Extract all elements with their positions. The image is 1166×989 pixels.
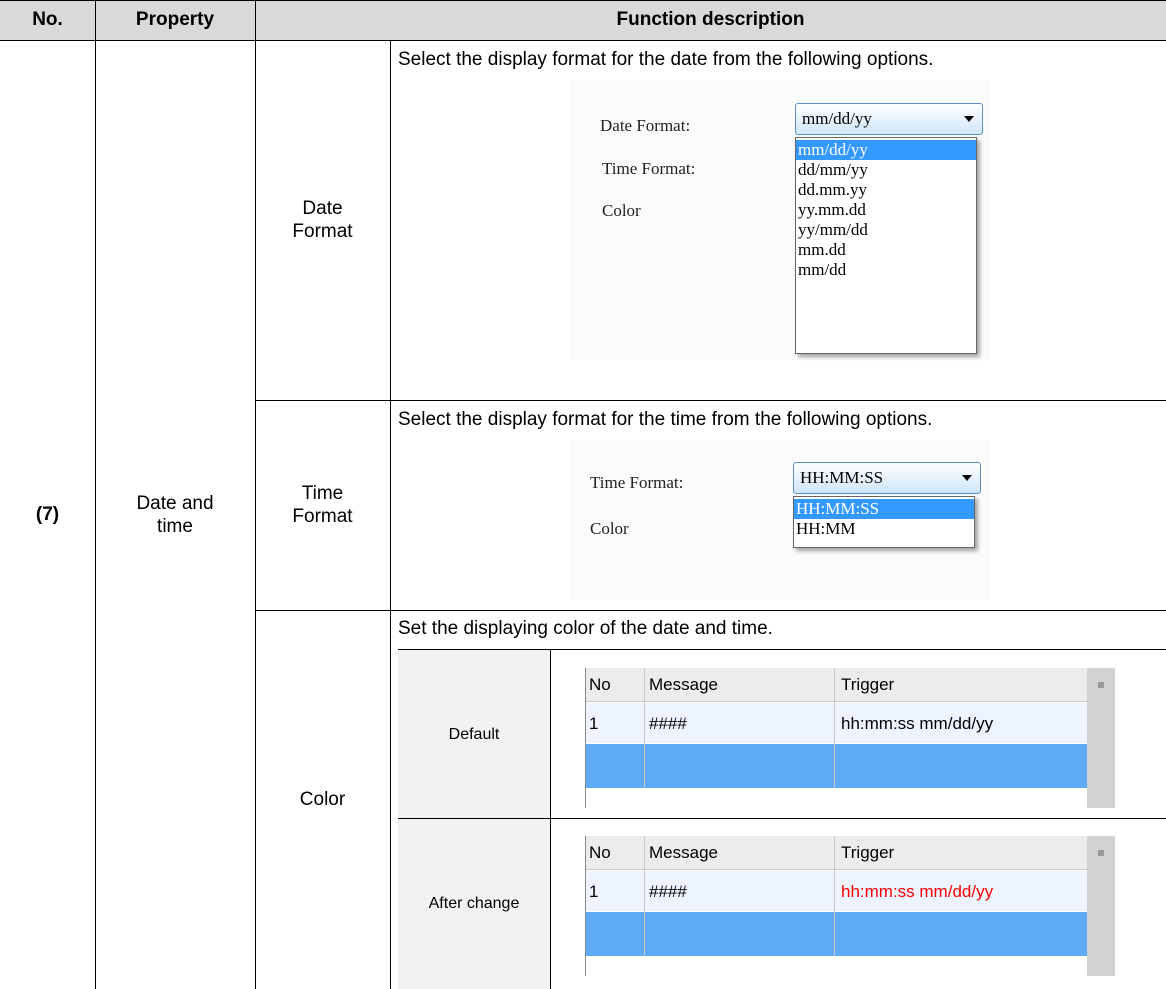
date-format-option[interactable]: dd/mm/yy bbox=[796, 160, 976, 180]
subproperty-color: Color bbox=[299, 789, 346, 810]
grid-cell-no: 1 bbox=[589, 714, 599, 733]
date-format-label: Date Format: bbox=[600, 116, 691, 135]
column-divider-no bbox=[95, 0, 96, 989]
date-format-select-value: mm/dd/yy bbox=[802, 109, 872, 128]
grid-col-divider bbox=[834, 836, 835, 956]
grid-left-edge bbox=[585, 668, 586, 808]
grid-col-divider bbox=[644, 836, 645, 956]
grid-cell-trigger-red: hh:mm:ss mm/dd/yy bbox=[841, 882, 994, 901]
time-format-select[interactable]: HH:MM:SS bbox=[793, 462, 981, 494]
header-function-description: Function description bbox=[616, 9, 805, 30]
grid-cell-trigger: hh:mm:ss mm/dd/yy bbox=[841, 714, 994, 733]
date-format-dropdown: mm/dd/yy dd/mm/yy dd.mm.yy yy.mm.dd yy/m… bbox=[795, 137, 977, 354]
header-property: Property bbox=[135, 9, 215, 30]
date-format-option[interactable]: mm/dd bbox=[796, 260, 976, 280]
chevron-down-icon bbox=[962, 475, 972, 481]
grid-left-edge bbox=[585, 836, 586, 976]
time-format-label: Time Format: bbox=[602, 159, 696, 178]
time-format-description: Select the display format for the time f… bbox=[398, 409, 933, 430]
grid-cell-message: #### bbox=[649, 882, 687, 901]
time-format-option[interactable]: HH:MM:SS bbox=[794, 499, 974, 519]
grid-scrollbar[interactable] bbox=[1087, 668, 1115, 808]
date-format-option[interactable]: mm/dd/yy bbox=[796, 140, 976, 160]
color-label: Color bbox=[590, 519, 629, 538]
row-number: (7) bbox=[35, 504, 60, 525]
scrollbar-grip-icon bbox=[1098, 682, 1104, 688]
grid-cell-message: #### bbox=[649, 714, 687, 733]
time-format-dropdown: HH:MM:SS HH:MM bbox=[793, 496, 975, 548]
grid-cell-no: 1 bbox=[589, 882, 599, 901]
subproperty-time-format: Time Format bbox=[292, 483, 353, 527]
time-format-option[interactable]: HH:MM bbox=[794, 519, 974, 539]
header-no: No. bbox=[32, 9, 63, 30]
time-format-select-value: HH:MM:SS bbox=[800, 468, 884, 487]
time-format-label: Time Format: bbox=[590, 473, 684, 492]
subproperty-date-format: Date Format bbox=[292, 198, 353, 242]
date-format-option[interactable]: dd.mm.yy bbox=[796, 180, 976, 200]
date-format-option[interactable]: mm.dd bbox=[796, 240, 976, 260]
after-change-grid: No Message Trigger 1 #### hh:mm:ss mm/dd… bbox=[585, 836, 1115, 976]
grid-header-trigger: Trigger bbox=[841, 675, 895, 694]
table-row-selected[interactable] bbox=[585, 744, 1087, 788]
color-subtable-divider bbox=[550, 650, 551, 989]
default-label: Default bbox=[448, 725, 500, 743]
column-divider-property bbox=[255, 0, 256, 989]
date-format-description: Select the display format for the date f… bbox=[398, 49, 934, 70]
grid-header-message: Message bbox=[649, 675, 718, 694]
color-description: Set the displaying color of the date and… bbox=[398, 618, 773, 639]
time-format-dialog: Time Format: Color HH:MM:SS HH:MM:SS HH:… bbox=[570, 440, 990, 600]
grid-scrollbar[interactable] bbox=[1087, 836, 1115, 976]
after-change-label: After change bbox=[428, 895, 520, 912]
grid-header-message: Message bbox=[649, 843, 718, 862]
date-format-select[interactable]: mm/dd/yy bbox=[795, 103, 983, 135]
date-format-dialog: Date Format: Time Format: Color mm/dd/yy… bbox=[570, 80, 990, 360]
table-row-selected[interactable] bbox=[585, 912, 1087, 956]
row-divider-time bbox=[255, 610, 1166, 611]
scrollbar-grip-icon bbox=[1098, 850, 1104, 856]
grid-header-no: No bbox=[589, 675, 611, 694]
date-format-option[interactable]: yy/mm/dd bbox=[796, 220, 976, 240]
column-divider-subproperty bbox=[390, 40, 391, 989]
color-label: Color bbox=[602, 201, 641, 220]
property-name: Date and time bbox=[136, 492, 214, 537]
date-format-option[interactable]: yy.mm.dd bbox=[796, 200, 976, 220]
chevron-down-icon bbox=[964, 116, 974, 122]
grid-col-divider bbox=[834, 668, 835, 788]
default-grid: No Message Trigger 1 #### hh:mm:ss mm/dd… bbox=[585, 668, 1115, 808]
row-divider-date bbox=[255, 400, 1166, 401]
grid-header-trigger: Trigger bbox=[841, 843, 895, 862]
grid-col-divider bbox=[644, 668, 645, 788]
grid-header-no: No bbox=[589, 843, 611, 862]
table-border-top bbox=[0, 0, 1166, 1]
